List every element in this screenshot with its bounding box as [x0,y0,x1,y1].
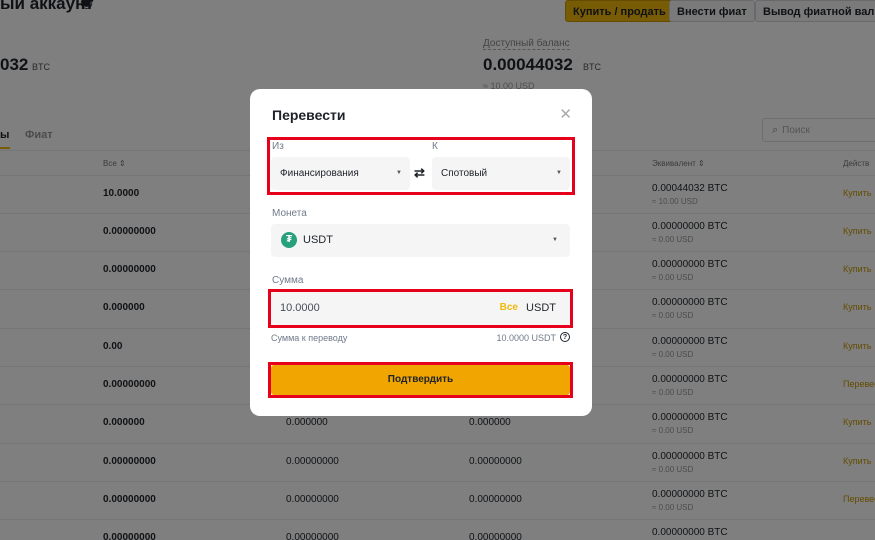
amount-unit: USDT [526,302,556,314]
help-icon[interactable]: ? [560,332,570,342]
from-account-select[interactable]: Финансирования ▼ [271,157,410,190]
transfer-amount-label: Сумма к переводу [271,333,348,343]
chevron-down-icon: ▼ [556,170,562,176]
coin-select[interactable]: ₮ USDT ▼ [271,224,570,257]
close-icon[interactable]: ✕ [559,105,572,123]
amount-input[interactable]: 10.0000 Все USDT [271,292,570,325]
from-account-value: Финансирования [280,168,359,179]
swap-icon[interactable]: ⇄ [414,165,425,181]
confirm-button[interactable]: Подтвердить [271,365,570,395]
transfer-amount-value: 10.0000 USDT [496,333,556,343]
amount-label: Сумма [272,275,304,286]
to-account-value: Спотовый [441,168,488,179]
chevron-down-icon: ▼ [396,170,402,176]
to-label: К [432,141,438,152]
chevron-down-icon: ▼ [552,237,558,243]
max-button[interactable]: Все [500,302,518,313]
to-account-select[interactable]: Спотовый ▼ [432,157,570,190]
amount-value: 10.0000 [280,302,320,314]
modal-title: Перевести [272,107,346,123]
coin-label: Монета [272,208,307,219]
from-label: Из [272,141,284,152]
transfer-modal: Перевести ✕ Из К Финансирования ▼ ⇄ Спот… [250,89,592,416]
usdt-icon: ₮ [281,232,297,248]
coin-value: USDT [303,234,333,246]
